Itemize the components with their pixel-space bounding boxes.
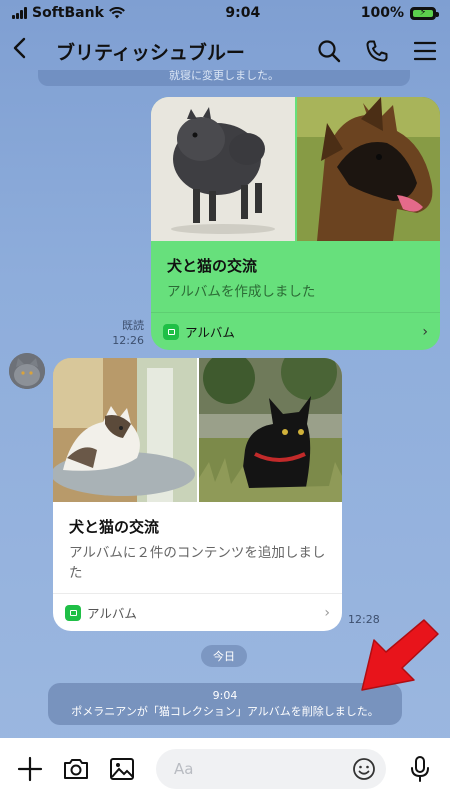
clock: 9:04: [225, 5, 261, 21]
back-chevron-icon: [13, 37, 26, 59]
camera-icon: [64, 759, 88, 779]
search-button[interactable]: [316, 38, 342, 64]
read-label: 既読: [122, 319, 144, 332]
album-subtitle: アルバムに２件のコンテンツを追加しました: [69, 545, 326, 581]
battery-icon: ⚡: [409, 6, 439, 20]
system-notice: 9:04 ポメラニアンが「猫コレクション」アルバムを削除しました。: [48, 683, 402, 725]
album-photo-white-cat[interactable]: [53, 358, 197, 502]
album-photo-german-shepherd[interactable]: [294, 97, 440, 241]
album-icon: [163, 323, 179, 340]
microphone-icon: [411, 756, 429, 782]
carrier-label: SoftBank: [32, 5, 104, 21]
album-footer[interactable]: アルバム ›: [151, 312, 440, 350]
photo-button[interactable]: [104, 751, 140, 787]
wifi-icon: [108, 7, 125, 19]
call-button[interactable]: [364, 38, 390, 64]
battery-percent: 100%: [360, 5, 404, 21]
previous-message-bubble: 就寝に変更しました。: [38, 70, 410, 86]
album-footer-label: アルバム: [87, 606, 137, 621]
chat-title: ブリティッシュブルー: [56, 41, 245, 64]
chevron-right-icon: ›: [324, 604, 330, 621]
add-button[interactable]: [12, 751, 48, 787]
voice-button[interactable]: [402, 751, 438, 787]
received-album-card[interactable]: 犬と猫の交流 アルバムに２件のコンテンツを追加しました アルバム ›: [53, 358, 342, 631]
message-input-bar: Aa: [0, 738, 450, 800]
notice-time: 9:04: [212, 689, 238, 702]
album-photo-pomeranian[interactable]: [151, 97, 295, 241]
album-subtitle: アルバムを作成しました: [167, 284, 316, 300]
camera-button[interactable]: [58, 751, 94, 787]
message-input-placeholder: Aa: [174, 760, 194, 778]
sent-meta: 既読 12:26: [112, 318, 144, 348]
hamburger-icon: [414, 41, 436, 61]
image-icon: [110, 758, 134, 780]
message-input[interactable]: Aa: [156, 749, 386, 789]
plus-icon: [17, 756, 43, 782]
signal-icon: [12, 7, 27, 19]
album-footer[interactable]: アルバム ›: [53, 593, 342, 631]
emoji-icon[interactable]: [352, 757, 376, 781]
album-icon: [65, 604, 81, 621]
chat-header: ブリティッシュブルー: [0, 28, 450, 74]
sent-album-card[interactable]: 犬と猫の交流 アルバムを作成しました アルバム ›: [151, 97, 440, 350]
date-divider: 今日: [201, 645, 247, 667]
search-icon: [318, 40, 341, 63]
album-title: 犬と猫の交流: [69, 518, 160, 536]
status-bar: SoftBank 9:04 100% ⚡: [0, 0, 450, 26]
phone-icon: [366, 40, 388, 62]
sent-time: 12:26: [112, 334, 144, 347]
back-button[interactable]: [12, 36, 42, 66]
previous-message-text: 就寝に変更しました。: [169, 70, 279, 82]
album-title: 犬と猫の交流: [167, 257, 258, 275]
notice-text: ポメラニアンが「猫コレクション」アルバムを削除しました。: [71, 705, 379, 718]
menu-button[interactable]: [412, 38, 438, 64]
avatar[interactable]: [9, 353, 45, 389]
album-footer-label: アルバム: [185, 325, 235, 340]
album-photo-black-cat[interactable]: [196, 358, 342, 502]
red-arrow-icon: [361, 619, 439, 691]
chevron-right-icon: ›: [422, 323, 428, 340]
